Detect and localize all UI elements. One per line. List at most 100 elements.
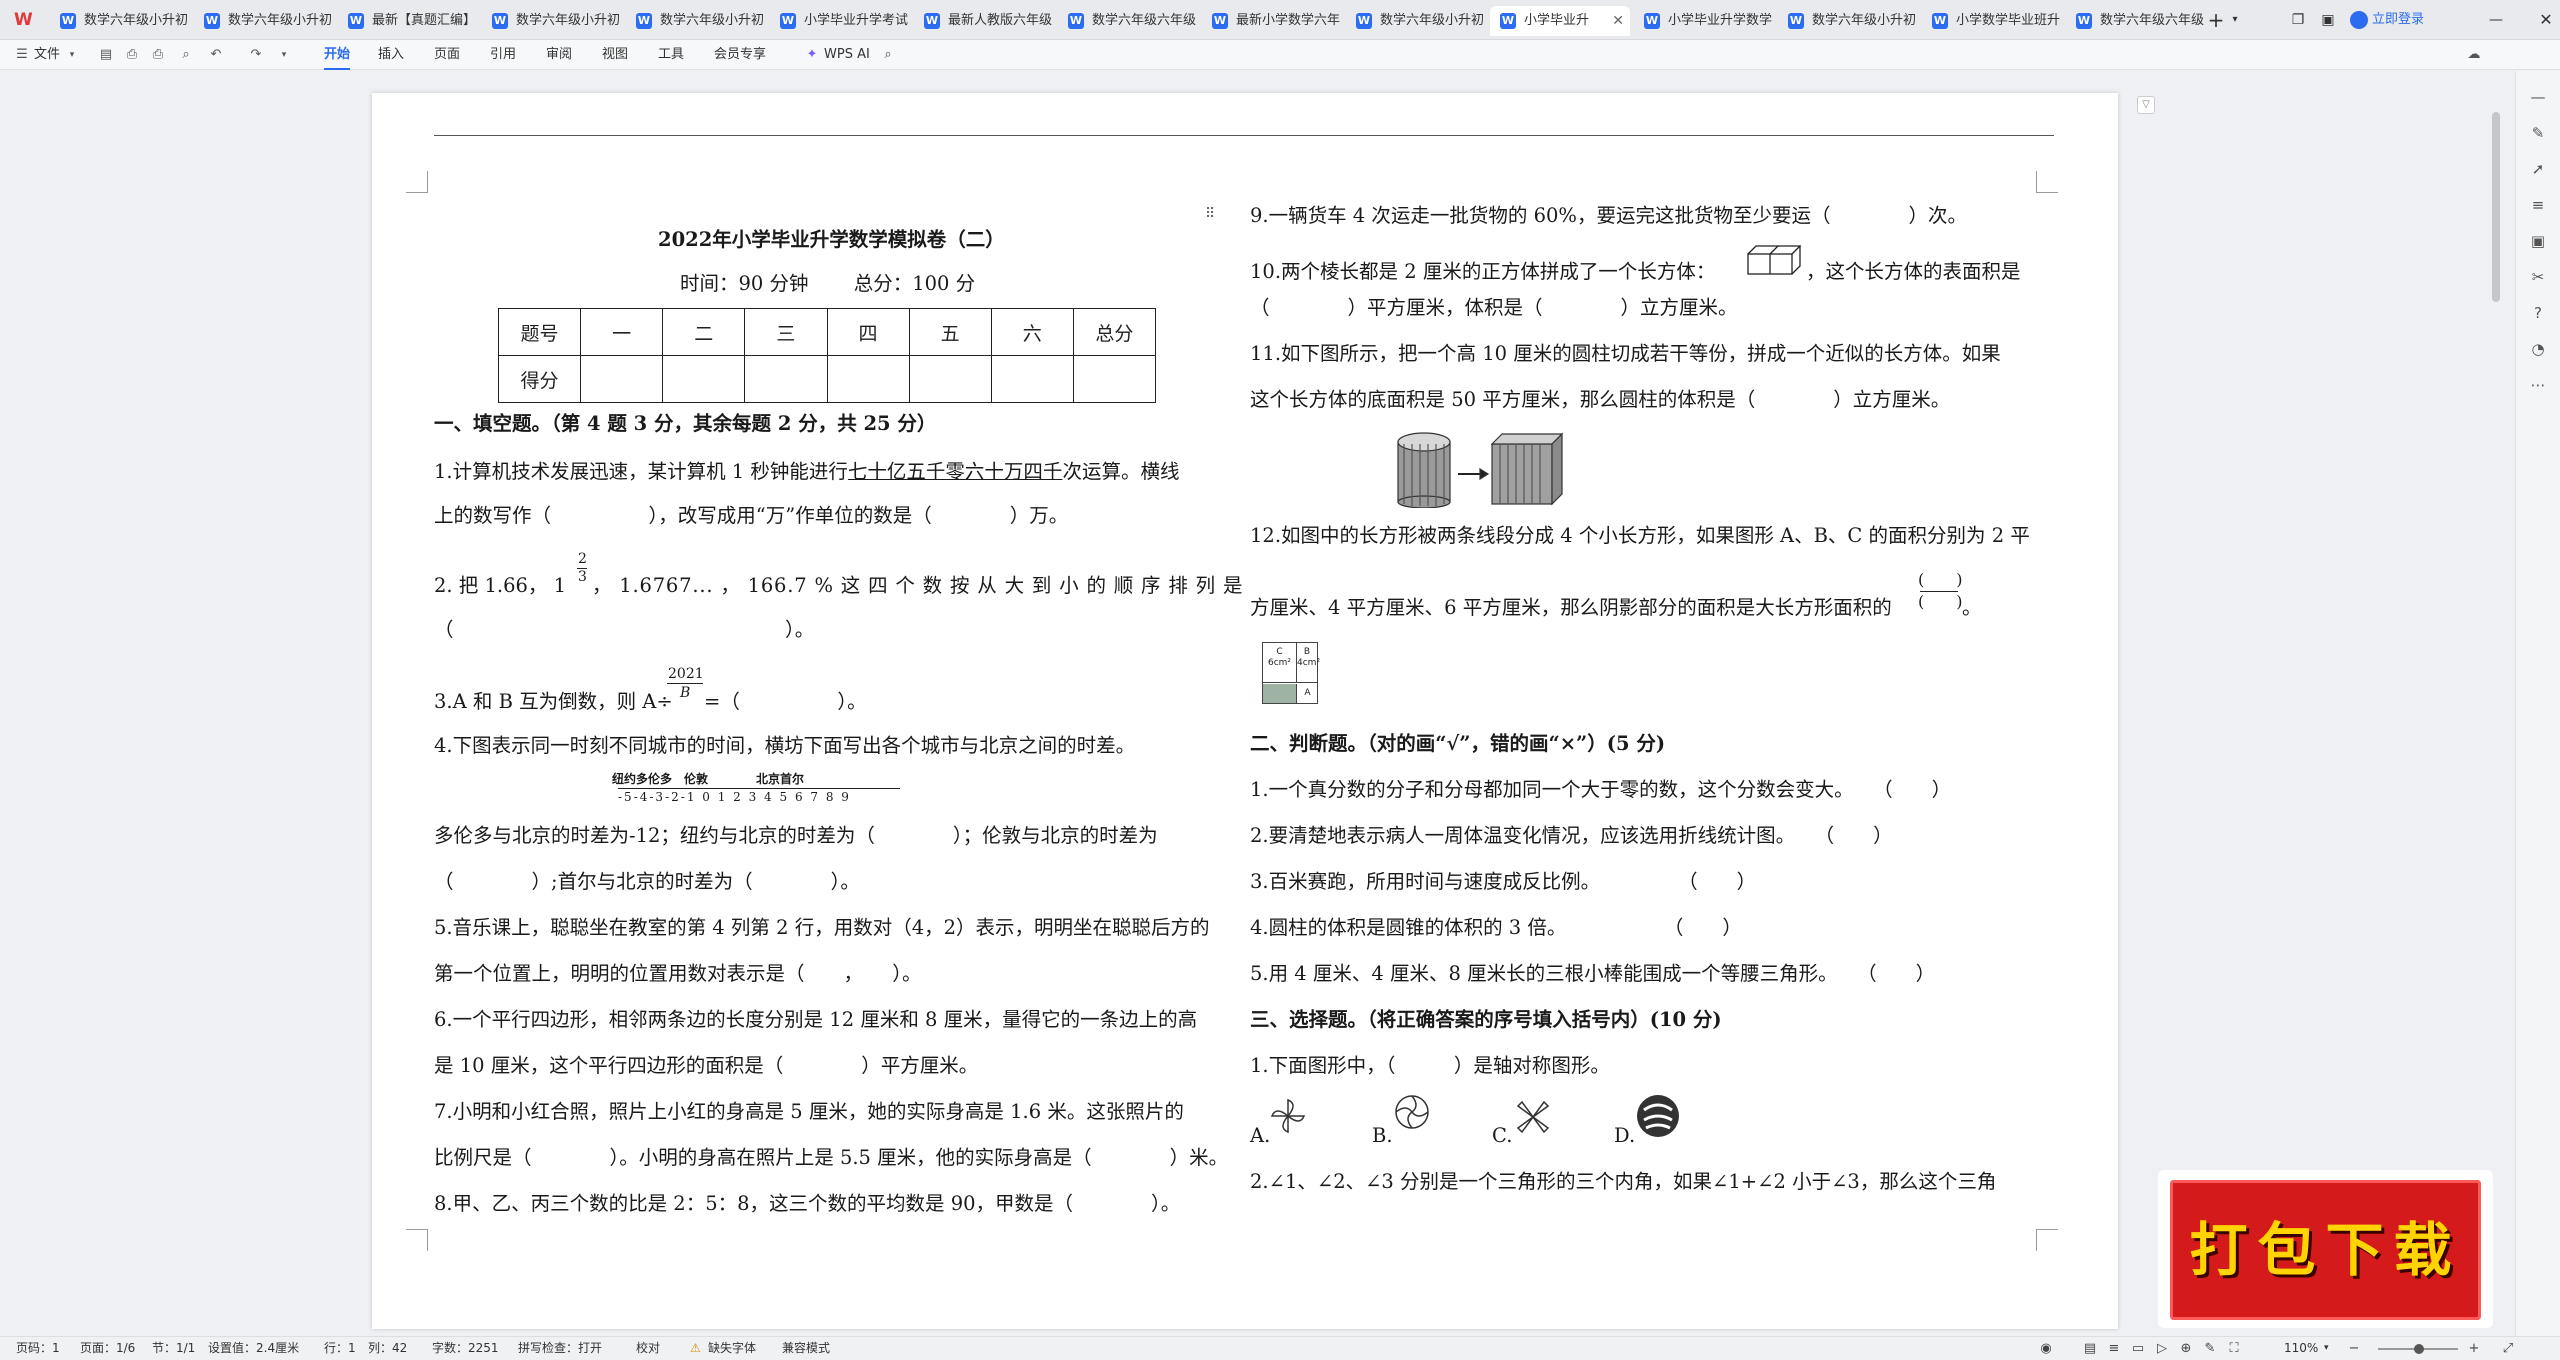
doc-tab[interactable]: W 数学六年级小升初	[482, 6, 622, 36]
status-page-code[interactable]: 页码：1	[16, 1337, 60, 1360]
zoom-slider-handle[interactable]	[2414, 1344, 2424, 1354]
zoom-in-icon[interactable]: +	[2466, 1341, 2482, 1357]
tab-view[interactable]: 视图	[602, 40, 628, 70]
chevron-down-icon[interactable]: ▾	[276, 47, 292, 63]
header-rule	[434, 135, 2054, 136]
tab-review[interactable]: 审阅	[546, 40, 572, 70]
text-run: 1.计算机技术发展迅速，某计算机 1 秒钟能进行	[434, 460, 848, 483]
zoom-out-icon[interactable]: −	[2346, 1341, 2362, 1357]
window-layout-icon[interactable]: ❐	[2288, 8, 2308, 32]
page-view-icon[interactable]: ▤	[2082, 1341, 2098, 1357]
export-pdf-icon[interactable]: ⎙	[124, 47, 140, 63]
drag-handle-icon[interactable]: ⠿	[1205, 206, 1215, 222]
shirt-icon[interactable]: ◔	[2528, 339, 2548, 359]
question-text: 4.下图表示同一时刻不同城市的时间，横坊下面写出各个城市与北京之间的时差。	[434, 734, 1136, 757]
table-cell	[908, 355, 992, 403]
table-cell: 二	[662, 308, 746, 356]
image-icon[interactable]: ▣	[2528, 231, 2548, 251]
status-spell[interactable]: 拼写检查：打开	[518, 1337, 602, 1360]
status-font-missing[interactable]: 缺失字体	[708, 1337, 756, 1360]
doc-tab[interactable]: W 数学六年级小升初	[50, 6, 190, 36]
doc-tab[interactable]: W 数学六年级小升初	[626, 6, 766, 36]
menu-icon[interactable]: ☰	[14, 47, 30, 63]
grid-cell-c: C 6cm²	[1263, 643, 1297, 683]
more-icon[interactable]: ⋯	[2528, 375, 2548, 395]
edit-icon[interactable]: ✎	[2528, 123, 2548, 143]
zoom-level[interactable]: 110%	[2284, 1337, 2318, 1360]
search-icon[interactable]: ⌕	[880, 47, 896, 63]
chevron-down-icon[interactable]: ▾	[64, 47, 80, 63]
select-icon[interactable]: ➚	[2528, 159, 2548, 179]
status-setting[interactable]: 设置值：2.4厘米	[208, 1337, 299, 1360]
doc-tab[interactable]: W 小学数学毕业班升	[1922, 6, 2062, 36]
table-cell: 六	[990, 308, 1074, 356]
section-heading: 一、填空题。（第 4 题 3 分，其余每题 2 分，共 25 分）	[434, 412, 937, 435]
wps-logo-icon[interactable]: W	[14, 10, 36, 30]
status-pages[interactable]: 页面：1/6	[80, 1337, 135, 1360]
fullscreen-icon[interactable]: ⤢	[2500, 1341, 2516, 1357]
question-text: 是 10 厘米，这个平行四边形的面积是（ ）平方厘米。	[434, 1054, 979, 1077]
help-icon[interactable]: ?	[2528, 303, 2548, 323]
doc-tab[interactable]: W 最新人教版六年级	[914, 6, 1054, 36]
doc-tab-active[interactable]: W 小学毕业升 ✕	[1490, 6, 1630, 36]
redo-icon[interactable]: ↷	[248, 47, 264, 63]
doc-tab[interactable]: W 最新【真题汇编】	[338, 6, 478, 36]
word-doc-icon: W	[60, 13, 76, 29]
doc-tab[interactable]: W 小学毕业升学考试	[770, 6, 910, 36]
table-cell	[990, 355, 1074, 403]
tab-insert[interactable]: 插入	[378, 40, 404, 70]
pen-icon[interactable]: ✎	[2202, 1341, 2218, 1357]
adjust-icon[interactable]: ≡	[2528, 195, 2548, 215]
play-icon[interactable]: ▷	[2154, 1341, 2170, 1357]
tab-label: 数学六年级六年级	[2100, 13, 2205, 28]
doc-tab[interactable]: W 数学六年级小升初	[194, 6, 334, 36]
word-doc-icon: W	[1356, 13, 1372, 29]
doc-tab[interactable]: W 数学六年级六年级	[1058, 6, 1198, 36]
tab-home[interactable]: 开始	[324, 40, 351, 70]
undo-icon[interactable]: ↶	[208, 47, 224, 63]
status-words[interactable]: 字数：2251	[432, 1337, 499, 1360]
doc-tab[interactable]: W 数学六年级小升初	[1778, 6, 1918, 36]
doc-tab[interactable]: W 数学六年级小升初	[1346, 6, 1486, 36]
file-menu[interactable]: 文件	[34, 40, 60, 70]
chevron-down-icon[interactable]: ▾	[2228, 8, 2242, 32]
save-icon[interactable]: ▤	[98, 47, 114, 63]
tab-manager-icon[interactable]: ▣	[2318, 8, 2338, 32]
download-banner[interactable]: 打包下载	[2158, 1170, 2493, 1328]
doc-tab[interactable]: W 最新小学数学六年	[1202, 6, 1342, 36]
chevron-down-icon[interactable]: ▾	[2324, 1337, 2329, 1360]
tools-icon[interactable]: ✂	[2528, 267, 2548, 287]
question-text: 6.一个平行四边形，相邻两条边的长度分别是 12 厘米和 8 厘米，量得它的一条…	[434, 1008, 1198, 1031]
doc-tab[interactable]: W 数学六年级六年级	[2066, 6, 2206, 36]
print-preview-icon[interactable]: ⌕	[178, 47, 194, 63]
judge-item: 3.百米赛跑，所用时间与速度成反比例。 （ ）	[1250, 870, 1757, 893]
status-proof[interactable]: 校对	[636, 1337, 660, 1360]
close-window-icon[interactable]: ✕	[2536, 8, 2556, 32]
outline-view-icon[interactable]: ≡	[2106, 1341, 2122, 1357]
web-view-icon[interactable]: ⊕	[2178, 1341, 2194, 1357]
tab-page[interactable]: 页面	[434, 40, 460, 70]
read-view-icon[interactable]: ▭	[2130, 1341, 2146, 1357]
wps-ai-button[interactable]: WPS AI	[824, 40, 870, 70]
login-button[interactable]: 立即登录	[2350, 8, 2424, 32]
eye-protection-icon[interactable]: ◉	[2038, 1341, 2054, 1357]
tab-tools[interactable]: 工具	[658, 40, 684, 70]
tab-label: 数学六年级小升初	[1380, 13, 1485, 28]
minimize-icon[interactable]: —	[2486, 8, 2506, 32]
question-text: （ ）平方厘米，体积是（ ）立方厘米。	[1250, 296, 1738, 319]
fit-screen-icon[interactable]: ⛶	[2226, 1341, 2242, 1357]
print-icon[interactable]: ⎙	[150, 47, 166, 63]
vertical-scrollbar[interactable]	[2492, 112, 2500, 302]
tab-label: 数学六年级六年级	[1092, 13, 1197, 28]
doc-tab[interactable]: W 小学毕业升学数学	[1634, 6, 1774, 36]
word-doc-icon: W	[204, 13, 220, 29]
cloud-sync-icon[interactable]: ☁	[2466, 47, 2482, 63]
word-doc-icon: W	[348, 13, 364, 29]
close-icon[interactable]: ✕	[1612, 6, 1624, 36]
tab-membership[interactable]: 会员专享	[714, 40, 766, 70]
filter-icon[interactable]: ▽	[2137, 96, 2155, 114]
collapse-icon[interactable]: —	[2528, 87, 2548, 107]
new-tab-icon[interactable]: +	[2206, 8, 2226, 32]
table-cell: 题号	[497, 308, 582, 356]
tab-references[interactable]: 引用	[490, 40, 516, 70]
